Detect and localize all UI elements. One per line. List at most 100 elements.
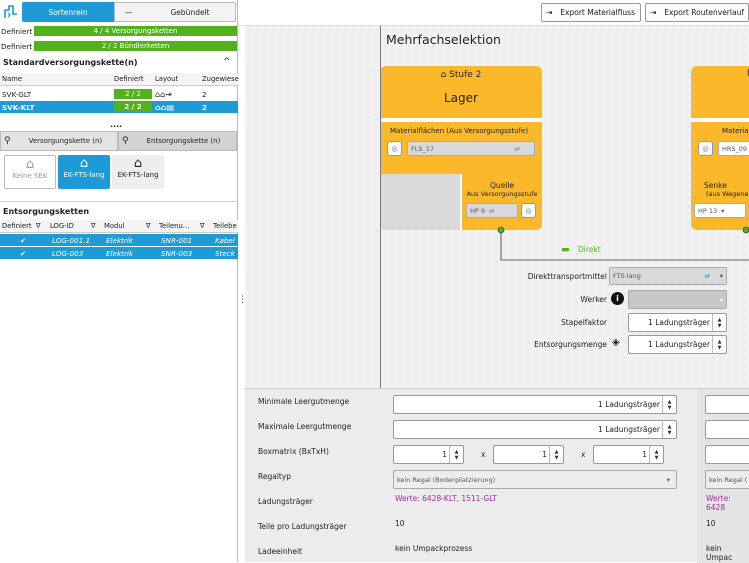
layout-icons: ⌂⌂▤ — [155, 102, 175, 112]
tab-sortenrein[interactable]: Sortenrein — [22, 2, 114, 22]
min-value: 1 Ladungsträger — [598, 400, 660, 409]
chevron-down-icon: ▾ — [666, 475, 670, 484]
col-teilenummer[interactable]: Teilenu... — [159, 220, 189, 232]
tab-entsorgung[interactable]: ⚲ Entsorgungskette (n) — [118, 131, 237, 151]
export-material-button[interactable]: ⇥ Export Materialfluss — [541, 3, 641, 22]
col-layout[interactable]: Layout — [155, 73, 178, 85]
info-icon[interactable]: i — [611, 292, 624, 305]
col-modul[interactable]: Modul — [104, 220, 125, 232]
max-field-2[interactable] — [705, 420, 749, 439]
box-label: Boxmatrix (BxTxH) — [258, 447, 329, 456]
filter-icon[interactable]: ∇ — [91, 220, 96, 232]
col-name[interactable]: Name — [2, 73, 22, 85]
flow-canvas[interactable]: Mehrfachselektion ⌂ Stufe 2 Lager Materi… — [245, 26, 749, 388]
box-t-stepper[interactable]: ▲ ▼ — [549, 446, 563, 463]
standard-table-header: Name Definiert Layout Zugewiese — [0, 73, 239, 86]
direkttransport-label: Direkttransportmittel — [527, 272, 607, 281]
chevron-down-icon: ▼ — [654, 454, 659, 461]
box-b-stepper[interactable]: ▲ ▼ — [449, 446, 463, 463]
box-field-2[interactable] — [705, 445, 749, 464]
chevron-down-icon: ▾ — [719, 295, 723, 304]
entsorgung-value: 1 Ladungsträger — [648, 340, 710, 349]
table-row[interactable]: SVK-GLT 2 / 2 ⌂⌂⇥ 2 — [0, 88, 238, 100]
min-field-2[interactable] — [705, 395, 749, 414]
sek-label: EK-FTS-lang — [117, 171, 159, 179]
regal-select[interactable]: kein Regal (Bodenplatzierung) ▾ — [393, 470, 677, 489]
stapel-label: Stapelfaktor — [561, 318, 607, 327]
direkttransport-field[interactable]: FTS lang ⇄ ▾ — [609, 267, 727, 285]
row-zugewiesen: 2 — [202, 89, 207, 99]
link-icon: ⚲ — [122, 136, 129, 146]
splitter-handle[interactable]: ⋮ — [238, 296, 247, 310]
link-icon: ⚲ — [4, 136, 11, 146]
col-teilebez[interactable]: Teilebe — [213, 220, 237, 232]
min-field[interactable]: 1 Ladungsträger ▲ ▼ — [393, 395, 677, 414]
col-definiert[interactable]: Definiert — [2, 220, 32, 232]
box-t-value: 1 — [542, 450, 547, 459]
regal-select-2[interactable]: kein Regal ( — [705, 470, 749, 489]
entsorgung-stepper[interactable]: ▲ ▼ — [712, 336, 726, 353]
summary-row: Definiert 4 / 4 Versorgungsketten — [0, 25, 238, 37]
tab-entsorgung-label: Entsorgungskette (n) — [146, 137, 221, 145]
props-column-2: kein Regal ( Werte: 6428 10 kein Umpac — [697, 389, 749, 563]
table-row[interactable]: SVK-KLT 2 / 2 ⌂⌂▤ 2 — [0, 101, 238, 113]
teile-value: 10 — [395, 519, 405, 528]
table-row[interactable]: ✔ LOG-003 Elektrik SNR-003 Steck — [0, 247, 238, 259]
sek-option[interactable]: ⌂ EK-FTS-lang — [112, 155, 164, 189]
col-zugewiesen[interactable]: Zugewiese — [202, 73, 239, 85]
row-be: Steck — [215, 248, 235, 258]
network-icon — [3, 4, 19, 20]
row-name: SVK-GLT — [2, 89, 32, 99]
tab-gebuendelt[interactable]: — Gebündelt — [114, 2, 236, 22]
row-definiert: 2 / 2 — [114, 102, 152, 112]
export-material-label: Export Materialfluss — [560, 8, 635, 17]
regal-label: Regaltyp — [258, 472, 292, 481]
divider — [0, 201, 238, 202]
max-stepper[interactable]: ▲ ▼ — [662, 421, 676, 438]
werker-label: Werker — [580, 295, 607, 304]
col-definiert[interactable]: Definiert — [114, 73, 144, 85]
werker-field[interactable]: ▾ — [628, 290, 727, 309]
entsorgung-field[interactable]: 1 Ladungsträger ▲ ▼ — [628, 335, 727, 354]
summary-row: Definiert 2 / 2 Bündlerketten — [0, 40, 238, 52]
layout-icons: ⌂⌂⇥ — [155, 89, 172, 99]
lt-label: Ladungsträger — [258, 497, 313, 506]
min-stepper[interactable]: ▲ ▼ — [662, 396, 676, 413]
row-teil: SNR-001 — [161, 235, 193, 245]
max-value: 1 Ladungsträger — [598, 425, 660, 434]
stapel-stepper[interactable]: ▲ ▼ — [712, 314, 726, 331]
lt-value-2: Werte: 6428 — [706, 494, 731, 512]
filter-icon[interactable]: ∇ — [36, 220, 41, 232]
row-log-id: LOG-003 — [52, 248, 84, 258]
filter-icon[interactable]: ∇ — [200, 220, 205, 232]
row-modul: Elektrik — [106, 248, 134, 258]
times-label: x — [581, 450, 586, 459]
sek-option-selected[interactable]: ⌂ EK-FTS-lang — [58, 155, 110, 189]
filter-icon[interactable]: ∇ — [146, 220, 151, 232]
row-teil: SNR-003 — [161, 248, 193, 258]
box-t-field[interactable]: 1 ▲ ▼ — [493, 445, 564, 464]
chevron-down-icon: ▼ — [667, 404, 672, 411]
connection-line — [497, 226, 749, 261]
entsorgung-title: Entsorgungsketten — [3, 207, 90, 216]
export-icon: ⇥ — [650, 8, 657, 17]
export-route-button[interactable]: ⇥ Export Routenverlauf — [645, 3, 749, 22]
box-h-stepper[interactable]: ▲ ▼ — [649, 446, 663, 463]
sek-label: Keine SEK — [12, 172, 48, 180]
sek-option-none[interactable]: ⌂ Keine SEK — [4, 155, 56, 189]
box-h-value: 1 — [642, 450, 647, 459]
max-field[interactable]: 1 Ladungsträger ▲ ▼ — [393, 420, 677, 439]
tab-versorgung[interactable]: ⚲ Versorgungskette (n) — [0, 131, 118, 151]
export-icon: ⇥ — [546, 8, 553, 17]
home-icon: ⌂ — [25, 157, 35, 172]
col-log-id[interactable]: LOG-ID — [50, 220, 74, 232]
chevron-up-icon[interactable]: ^ — [223, 57, 231, 67]
min-label: Minimale Leergutmenge — [258, 397, 350, 406]
table-row[interactable]: ✔ LOG-001.1 Elektrik SNR-001 Kabel — [0, 234, 238, 246]
box-b-field[interactable]: 1 ▲ ▼ — [393, 445, 464, 464]
stapel-field[interactable]: 1 Ladungsträger ▲ ▼ — [628, 313, 727, 332]
summary-bar: 2 / 2 Bündlerketten — [34, 41, 237, 51]
summary-bar: 4 / 4 Versorgungsketten — [34, 26, 237, 36]
chevron-down-icon: ▼ — [717, 322, 722, 329]
box-h-field[interactable]: 1 ▲ ▼ — [593, 445, 664, 464]
